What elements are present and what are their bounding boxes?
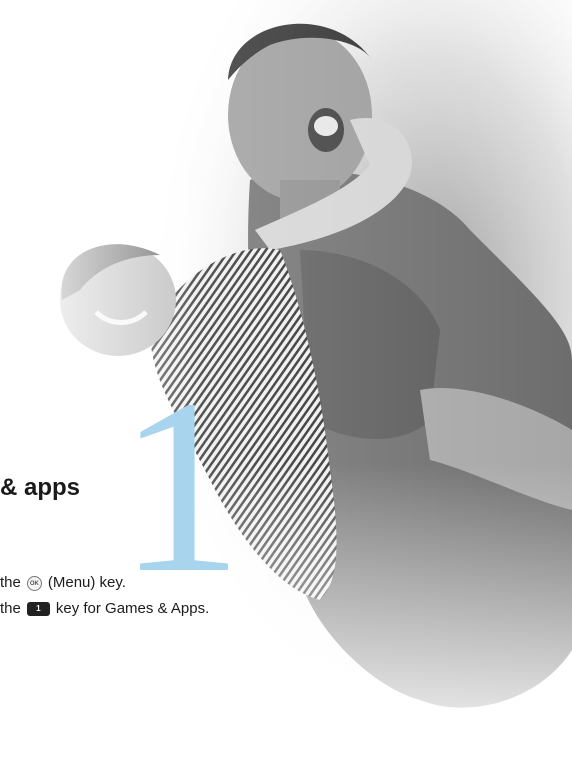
one-key-icon: 1 <box>26 602 50 616</box>
step-1-suffix: (Menu) key. <box>47 574 126 591</box>
step-2-prefix: the <box>0 600 21 617</box>
step-1-prefix: the <box>0 574 21 591</box>
instruction-steps: the OK (Menu) key. the 1 key for Games &… <box>0 570 209 622</box>
step-open-menu: the OK (Menu) key. <box>0 570 209 596</box>
ok-menu-key-icon: OK <box>26 575 42 591</box>
step-select-games-apps: the 1 key for Games & Apps. <box>0 596 209 622</box>
father-son-photo <box>0 0 572 772</box>
chapter-title: & apps <box>0 474 81 501</box>
step-2-suffix: key for Games & Apps. <box>55 600 210 617</box>
